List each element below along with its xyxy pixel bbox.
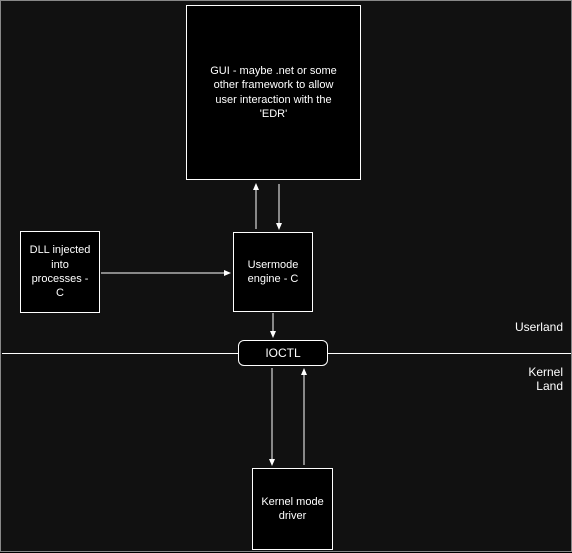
diagram-canvas: GUI - maybe .net or some other framework… (0, 0, 572, 552)
divider-left (2, 353, 238, 354)
box-dll-label: DLL injected into processes - C (27, 243, 93, 300)
box-kernel: Kernel mode driver (252, 468, 333, 550)
box-usermode: Usermode engine - C (233, 232, 313, 312)
region-userland-label: Userland (515, 320, 563, 334)
box-kernel-label: Kernel mode driver (259, 495, 326, 524)
box-ioctl: IOCTL (238, 340, 328, 366)
region-kernelland-label: Kernel Land (518, 365, 563, 393)
box-gui: GUI - maybe .net or some other framework… (186, 5, 361, 180)
box-usermode-label: Usermode engine - C (240, 258, 306, 287)
divider-right (328, 353, 571, 354)
box-dll: DLL injected into processes - C (20, 231, 100, 313)
box-ioctl-label: IOCTL (265, 346, 300, 360)
box-gui-label: GUI - maybe .net or some other framework… (204, 64, 344, 121)
